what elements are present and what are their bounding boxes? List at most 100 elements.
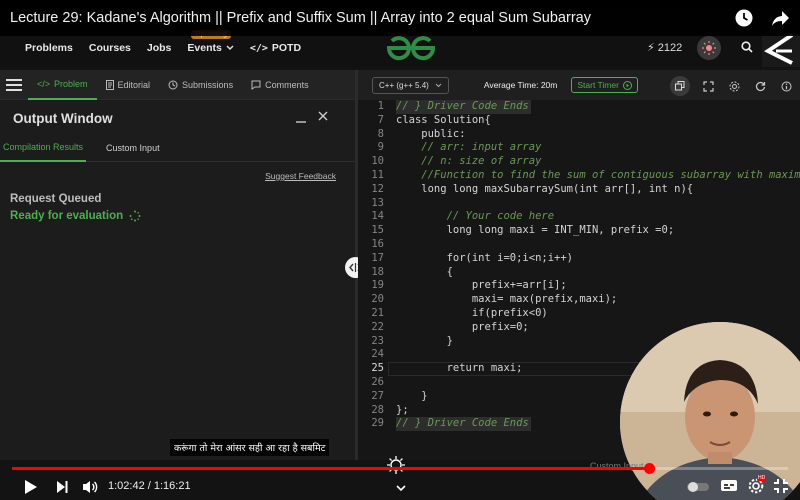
comment-icon (251, 80, 261, 90)
video-time: 1:02:42 / 1:16:21 (108, 480, 191, 492)
code-text: //Function to find the sum of contiguous… (396, 169, 800, 181)
bolt-icon: ⚡ (647, 42, 655, 54)
fullscreen-icon[interactable] (700, 78, 716, 94)
minimize-icon[interactable] (295, 112, 307, 124)
code-text: }; (396, 403, 409, 416)
line-number: 25 (371, 362, 384, 375)
line-number: 19 (371, 279, 384, 292)
reset-icon[interactable] (752, 78, 768, 94)
code-line[interactable]: 18 { (358, 266, 800, 280)
code-line[interactable]: 10 // n: size of array (358, 155, 800, 169)
line-number: 8 (377, 127, 384, 140)
status-request-queued: Request Queued (10, 193, 102, 205)
info-icon[interactable] (778, 78, 794, 94)
language-select[interactable]: C++ (g++ 5.4) (372, 76, 449, 94)
share-icon[interactable] (770, 8, 790, 33)
editor-toolbar: C++ (g++ 5.4) Average Time: 20m Start Ti… (358, 70, 800, 100)
line-number: 26 (371, 376, 384, 388)
line-number: 12 (371, 182, 384, 195)
code-text: long long maxi = INT_MIN, prefix =0; (396, 224, 675, 237)
tab-problem[interactable]: </> Problem (28, 70, 97, 100)
code-line[interactable]: 19 prefix+=arr[i]; (358, 279, 800, 293)
autoplay-toggle[interactable] (686, 480, 710, 498)
code-line[interactable]: 1 // } Driver Code Ends (358, 100, 800, 114)
suggest-feedback-link[interactable]: Suggest Feedback (265, 171, 336, 181)
line-number: 9 (377, 141, 384, 154)
gfg-logo[interactable] (385, 34, 437, 62)
code-icon: </> (249, 42, 268, 54)
menu-icon[interactable] (0, 70, 28, 100)
theme-toggle-button[interactable] (697, 36, 721, 60)
nav-events[interactable]: Upcoming Events (187, 30, 234, 54)
line-number: 24 (371, 348, 384, 361)
start-timer-button[interactable]: Start Timer (571, 77, 638, 93)
line-number: 13 (371, 196, 384, 209)
code-line[interactable]: 21 if(prefix<0) (358, 307, 800, 321)
code-line[interactable]: 9 // arr: input array (358, 141, 800, 155)
code-line[interactable]: 11 //Function to find the sum of contigu… (358, 169, 800, 183)
captions-icon[interactable] (720, 479, 738, 498)
settings-icon[interactable] (726, 78, 742, 94)
video-progress-played (12, 467, 650, 470)
fullscreen-exit-icon[interactable] (774, 479, 788, 498)
code-text: public: (396, 127, 466, 140)
hd-badge: HD (757, 475, 767, 481)
folded-region: // } Driver Code Ends (396, 100, 531, 114)
code-line[interactable]: 8 public: (358, 128, 800, 142)
tab-custom-input[interactable]: Custom Input (94, 134, 172, 162)
line-number: 1 (377, 100, 384, 112)
video-right-controls: HD (686, 475, 788, 499)
nav-jobs[interactable]: Jobs (147, 42, 172, 54)
tab-comments[interactable]: Comments (242, 70, 318, 100)
nav-problems[interactable]: Problems (25, 42, 73, 54)
line-number: 20 (371, 293, 384, 306)
code-text: { (396, 265, 453, 278)
line-number: 7 (377, 113, 384, 126)
video-progress-bar[interactable] (12, 463, 788, 474)
output-subtabs: Compilation Results Custom Input (0, 134, 355, 162)
code-text: return maxi; (396, 362, 523, 375)
tab-compilation-results[interactable]: Compilation Results (0, 134, 87, 162)
folded-region: // } Driver Code Ends (396, 417, 531, 431)
code-text: } (396, 389, 428, 402)
code-text: for(int i=0;i<n;i++) (396, 251, 574, 264)
document-icon (105, 79, 114, 90)
output-window-title: Output Window (13, 110, 113, 126)
video-title[interactable]: Lecture 29: Kadane's Algorithm || Prefix… (10, 10, 591, 26)
history-icon (168, 80, 178, 89)
status-ready: Ready for evaluation (10, 210, 141, 222)
tab-submissions[interactable]: Submissions (159, 70, 242, 100)
channel-logo (762, 31, 800, 67)
code-text: maxi= max(prefix,maxi); (396, 293, 618, 306)
code-line[interactable]: 17 for(int i=0;i<n;i++) (358, 252, 800, 266)
line-number: 17 (371, 251, 384, 264)
chevron-down-icon (435, 83, 442, 87)
settings-icon[interactable]: HD (748, 475, 767, 499)
app-root: Lecture 29: Kadane's Algorithm || Prefix… (0, 0, 800, 500)
chevron-down-icon[interactable] (396, 479, 406, 497)
search-icon[interactable] (741, 40, 753, 58)
next-icon[interactable] (56, 480, 68, 499)
copy-icon[interactable] (670, 76, 690, 96)
code-line[interactable]: 13 (358, 197, 800, 211)
video-title-bar: Lecture 29: Kadane's Algorithm || Prefix… (0, 0, 800, 36)
code-line[interactable]: 14 // Your code here (358, 210, 800, 224)
clock-icon[interactable] (734, 8, 754, 33)
code-text: class Solution{ (396, 113, 491, 126)
volume-icon[interactable] (82, 479, 98, 500)
play-icon[interactable] (24, 479, 38, 500)
code-line[interactable]: 20 maxi= max(prefix,maxi); (358, 293, 800, 307)
nav-courses[interactable]: Courses (89, 42, 131, 54)
code-text: if(prefix<0) (396, 307, 548, 319)
problem-tab-strip: </> Problem Editorial Submissions Comment… (0, 70, 355, 100)
streak-counter[interactable]: ⚡ 2122 (647, 41, 682, 55)
code-line[interactable]: 12 long long maxSubarraySum(int arr[], i… (358, 183, 800, 197)
code-line[interactable]: 15 long long maxi = INT_MIN, prefix =0; (358, 224, 800, 238)
tab-editorial[interactable]: Editorial (97, 70, 160, 100)
code-text: // n: size of array (396, 155, 542, 168)
code-line[interactable]: 7 class Solution{ (358, 114, 800, 128)
code-line[interactable]: 16 (358, 238, 800, 252)
nav-potd[interactable]: </> POTD (250, 42, 301, 54)
close-icon[interactable] (317, 110, 329, 122)
left-panel: </> Problem Editorial Submissions Comment… (0, 70, 355, 460)
